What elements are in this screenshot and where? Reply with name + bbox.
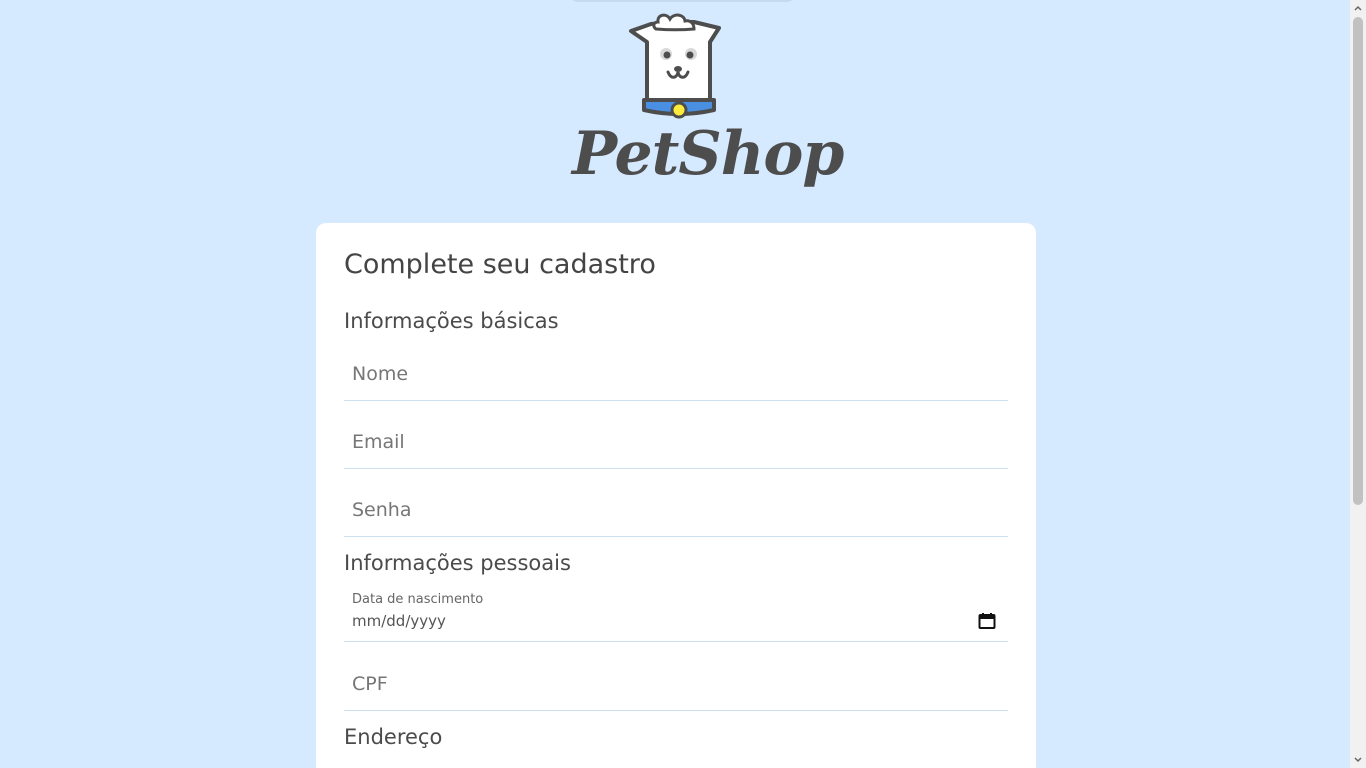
scrollbar-thumb[interactable] (1353, 17, 1363, 505)
site-header: PetShop (0, 0, 1350, 222)
cpf-input[interactable] (352, 668, 992, 700)
section-title-address: Endereço (344, 725, 443, 749)
calendar-icon[interactable] (978, 612, 996, 630)
email-input[interactable] (352, 426, 992, 458)
page: PetShop Complete seu cadastro Informaçõe… (0, 0, 1366, 768)
email-field (344, 420, 1008, 469)
scroll-down-icon[interactable] (1353, 755, 1363, 765)
dog-logo-icon (629, 13, 721, 119)
password-input[interactable] (352, 494, 992, 526)
section-title-personal: Informações pessoais (344, 551, 571, 575)
birth-date-value[interactable]: mm/dd/yyyy (352, 612, 446, 630)
cpf-field (344, 662, 1008, 711)
registration-card: Complete seu cadastro Informações básica… (316, 223, 1036, 768)
vertical-scrollbar[interactable] (1350, 0, 1366, 768)
brand-name: PetShop (572, 119, 844, 189)
name-input[interactable] (352, 358, 992, 390)
scroll-up-icon[interactable] (1353, 3, 1363, 13)
page-title: Complete seu cadastro (344, 249, 656, 280)
name-field (344, 352, 1008, 401)
birth-date-label: Data de nascimento (352, 592, 484, 607)
birth-date-field[interactable]: Data de nascimento mm/dd/yyyy (344, 590, 1008, 642)
password-field (344, 488, 1008, 537)
section-title-basic: Informações básicas (344, 309, 559, 333)
